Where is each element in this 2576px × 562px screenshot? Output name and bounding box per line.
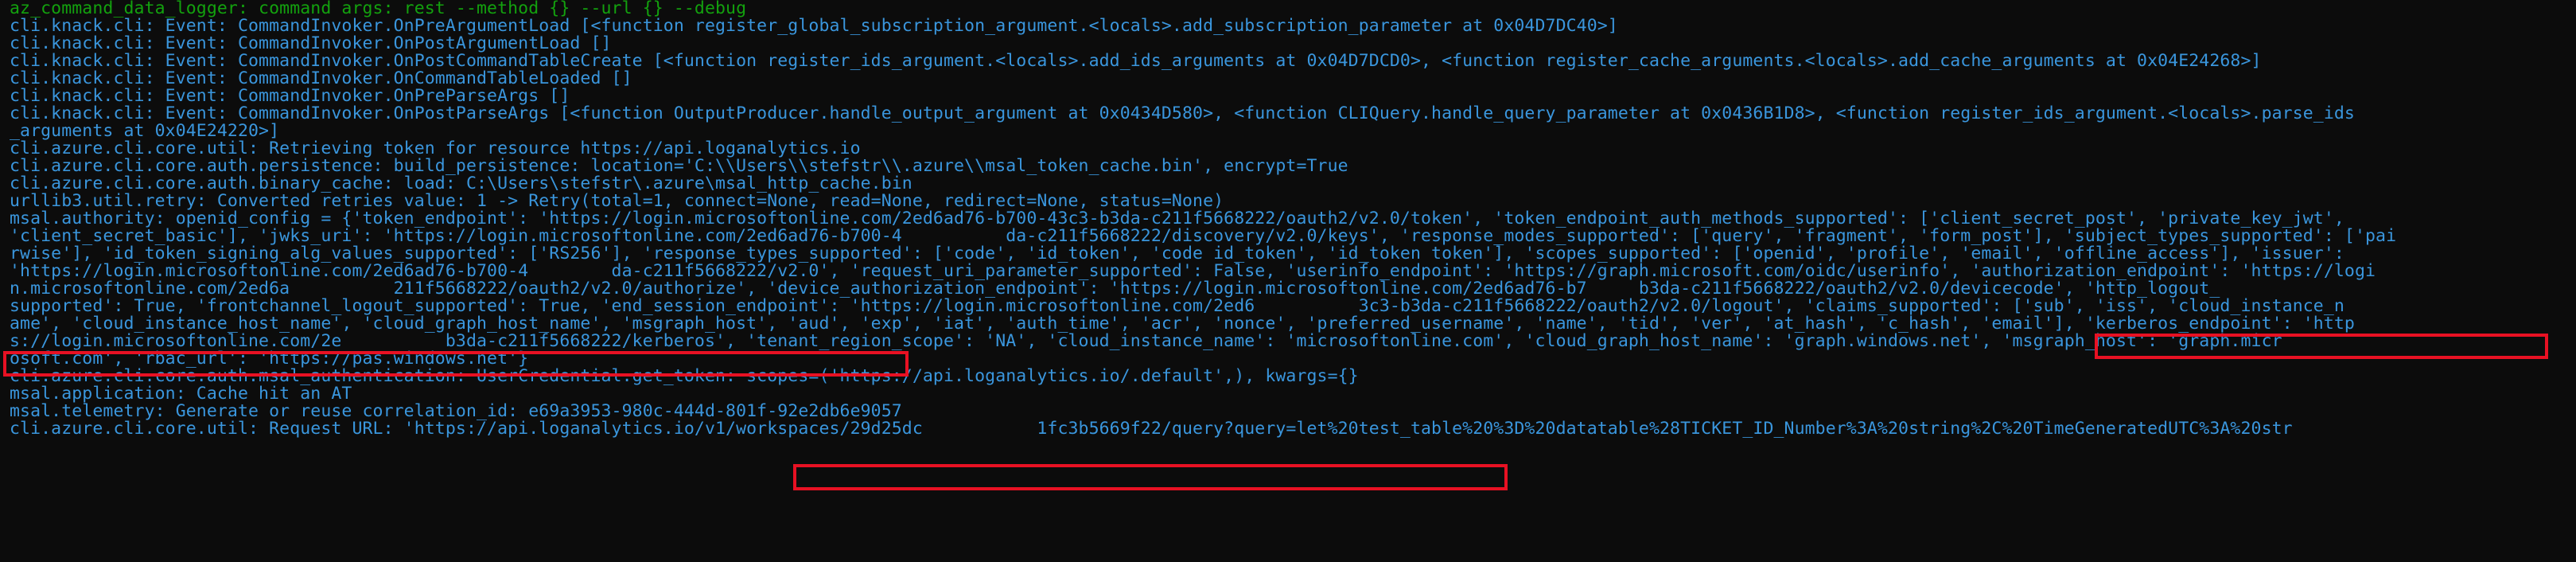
log-line: cli.knack.cli: Event: CommandInvoker.OnP… (10, 88, 570, 105)
log-line: 'client_secret_basic'], 'jwks_uri': 'htt… (10, 228, 2397, 245)
log-line: cli.azure.cli.core.auth.persistence: bui… (10, 158, 1348, 175)
log-line: cli.azure.cli.core.auth.binary_cache: lo… (10, 175, 912, 193)
log-line: rwise'], 'id_token_signing_alg_values_su… (10, 245, 2344, 263)
log-line: urllib3.util.retry: Converted retries va… (10, 193, 1224, 210)
log-line: msal.telemetry: Generate or reuse correl… (10, 403, 902, 420)
log-line: cli.knack.cli: Event: CommandInvoker.OnP… (10, 53, 2262, 70)
log-line: cli.knack.cli: Event: CommandInvoker.OnP… (10, 105, 2355, 123)
log-line: msal.authority: openid_config = {'token_… (10, 210, 2344, 228)
log-line: msal.application: Cache hit an AT (10, 385, 352, 403)
log-line: cli.knack.cli: Event: CommandInvoker.OnC… (10, 70, 632, 88)
log-line: 'https://login.microsoftonline.com/2ed6a… (10, 263, 2376, 280)
log-line: cli.azure.cli.core.util: Request URL: 'h… (10, 420, 2293, 438)
log-line: osoft.com', 'rbac_url': 'https://pas.win… (10, 350, 529, 368)
log-line: cli.azure.cli.core.util: Retrieving toke… (10, 140, 861, 158)
log-line: ame', 'cloud_instance_host_name', 'cloud… (10, 315, 2355, 333)
log-line: n.microsoftonline.com/2ed6a 211f5668222/… (10, 280, 2220, 298)
terminal-output: az_command_data_logger: command args: re… (0, 0, 2576, 562)
log-line: _arguments at 0x04E24220>] (10, 123, 280, 140)
log-line: cli.azure.cli.core.auth.msal_authenticat… (10, 368, 1359, 385)
log-line: cli.knack.cli: Event: CommandInvoker.OnP… (10, 35, 612, 53)
log-line: supported': True, 'frontchannel_logout_s… (10, 298, 2344, 315)
log-line: az_command_data_logger: command args: re… (10, 0, 747, 18)
log-line: s://login.microsoftonline.com/2e b3da-c2… (10, 333, 2282, 350)
log-line: cli.knack.cli: Event: CommandInvoker.OnP… (10, 18, 1618, 35)
